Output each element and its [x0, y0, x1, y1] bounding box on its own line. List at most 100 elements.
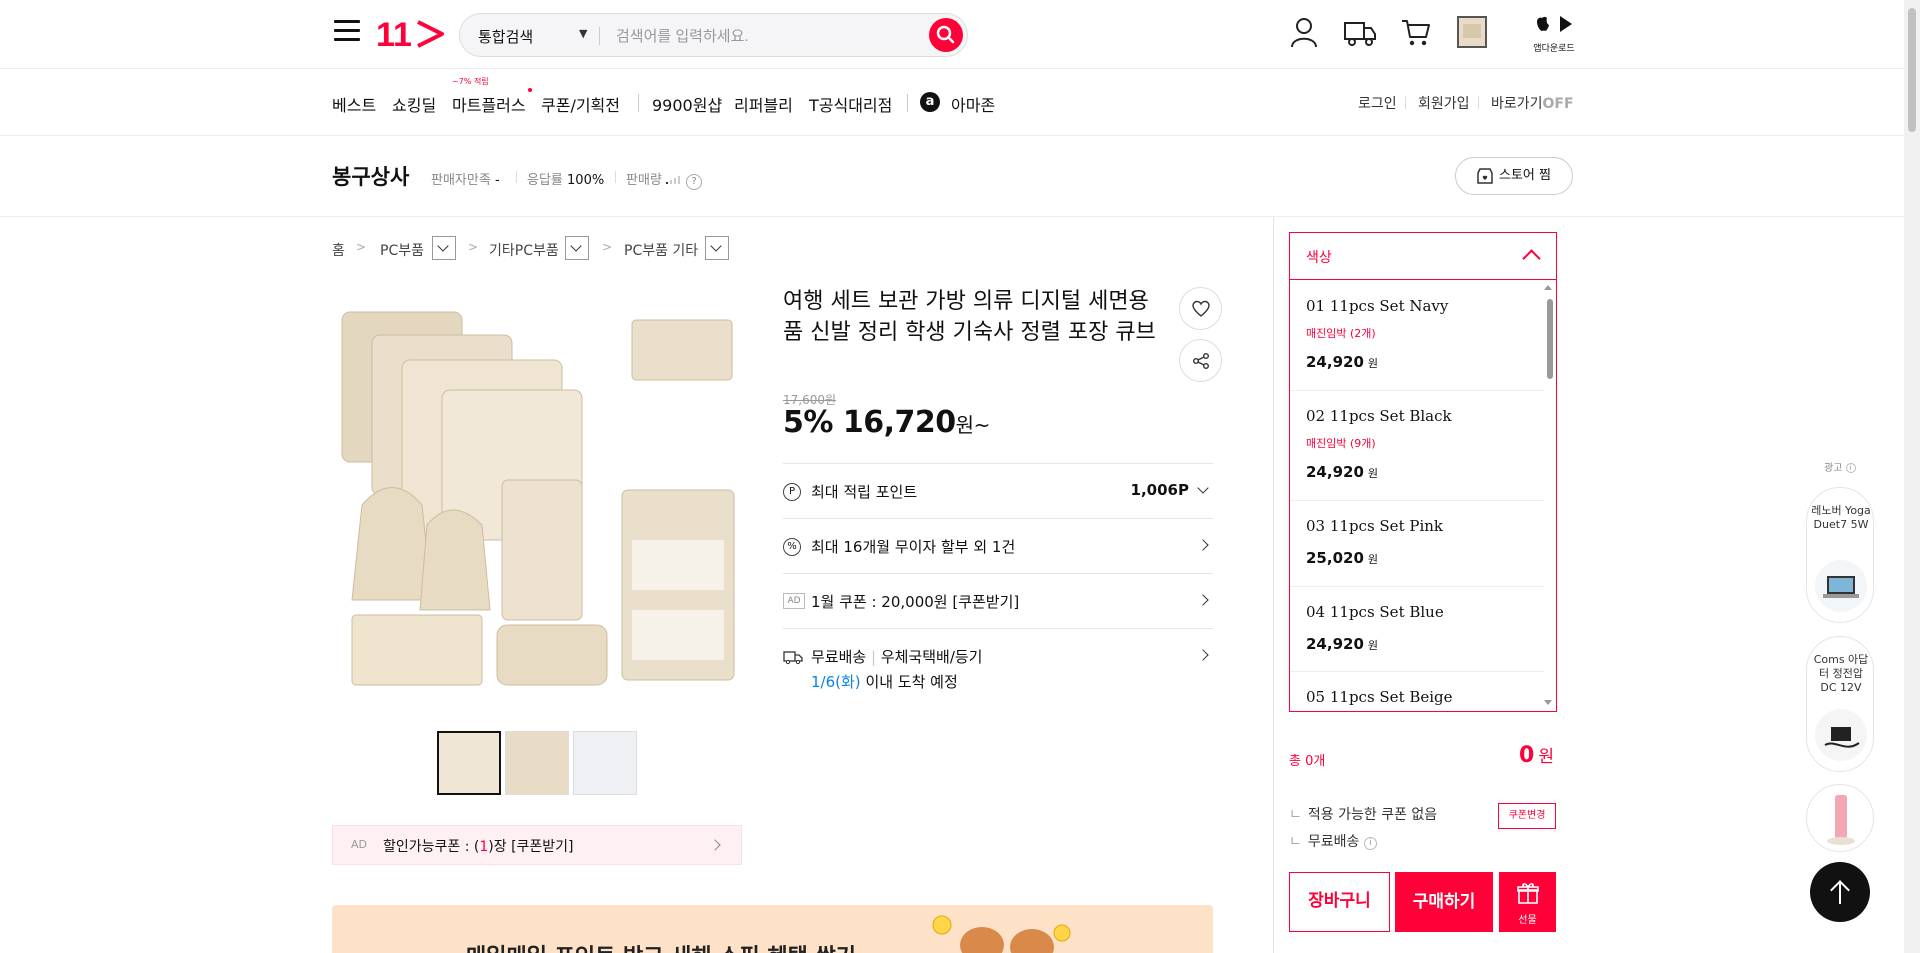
page-scrollbar-thumb[interactable] — [1908, 8, 1916, 132]
ad-card-title: Coms 아답터 정전압 DC 12V — [1813, 653, 1869, 694]
price-value: 16,720 — [842, 405, 956, 440]
option-item[interactable]: 05 11pcs Set Beige — [1290, 672, 1544, 711]
option-item[interactable]: 04 11pcs Set Blue 24,920 원 — [1290, 587, 1544, 672]
store-name[interactable]: 봉구상사 — [332, 161, 409, 191]
chevron-right-icon: > — [468, 240, 479, 254]
login-link[interactable]: 로그인 — [1358, 93, 1397, 113]
thumbnail-2[interactable] — [505, 731, 569, 795]
eleven-street-logo[interactable]: 11 — [376, 16, 448, 56]
nav-refurbly[interactable]: 리퍼블리 — [734, 92, 793, 116]
installment-row[interactable]: % 최대 16개월 무이자 할부 외 1건 — [783, 518, 1213, 573]
menu-icon[interactable] — [334, 20, 360, 42]
search-category-select[interactable]: 통합검색 — [478, 26, 533, 47]
coupon-text: 1월 쿠폰 : 20,000원 [쿠폰받기] — [811, 593, 1020, 611]
amazon-icon[interactable]: a — [920, 92, 940, 112]
nav-mart-plus[interactable]: 마트플러스 — [452, 92, 526, 116]
response-label: 응답률 — [527, 173, 563, 188]
color-option-header[interactable]: 색상 — [1290, 233, 1556, 280]
wishlist-button[interactable] — [1179, 287, 1222, 330]
nav-9900[interactable]: 9900원샵 — [652, 92, 722, 116]
buy-now-button[interactable]: 구매하기 — [1395, 872, 1493, 932]
coupon-status: ㄴ 적용 가능한 쿠폰 없음 — [1289, 807, 1438, 823]
my-page-icon[interactable] — [1289, 16, 1319, 52]
share-button[interactable] — [1179, 339, 1222, 382]
point-row[interactable]: P 최대 적립 포인트 1,006P — [783, 463, 1213, 518]
info-icon[interactable]: i — [1845, 463, 1856, 473]
shipping-status: ㄴ 무료배송 i — [1289, 831, 1377, 851]
response-value: 100% — [567, 173, 605, 188]
scroll-down-arrow[interactable] — [1544, 700, 1552, 705]
cart-icon[interactable] — [1400, 16, 1432, 52]
recent-viewed-thumbnail[interactable] — [1457, 16, 1487, 52]
breadcrumb-etc-pc-parts[interactable]: 기타PC부품 — [489, 240, 559, 260]
ad-card[interactable] — [1806, 784, 1874, 852]
add-to-cart-button[interactable]: 장바구니 — [1289, 872, 1390, 932]
app-download[interactable]: 앱다운로드 — [1532, 14, 1576, 54]
divider — [615, 171, 616, 183]
shortcut-label: 바로가기 — [1491, 96, 1543, 112]
ad-card[interactable]: Coms 아답터 정전압 DC 12V — [1806, 636, 1874, 772]
installment-text: 최대 16개월 무이자 할부 외 1건 — [811, 538, 1016, 556]
option-stock: 매진임박 (9개) — [1306, 437, 1376, 450]
coupon-banner-suffix: )장 [쿠폰받기] — [488, 839, 574, 855]
promo-banner[interactable]: 매일매일 포인트 받고 새해 쇼핑 혜택 쌓기 — [332, 905, 1213, 953]
coupon-ad-banner[interactable]: AD 할인가능쿠폰 : (1)장 [쿠폰받기] — [332, 825, 742, 865]
option-price-value: 24,920 — [1306, 463, 1364, 481]
global-nav: 베스트 쇼킹딜 ~7% 적립 마트플러스 쿠폰/기획전 9900원샵 리퍼블리 … — [0, 70, 1904, 136]
breadcrumb-pc-parts-etc[interactable]: PC부품 기타 — [624, 240, 698, 260]
info-icon[interactable]: i — [1363, 837, 1377, 850]
coupon-row[interactable]: AD 1월 쿠폰 : 20,000원 [쿠폰받기] — [783, 573, 1213, 628]
coupon-banner-prefix: 할인가능쿠폰 : ( — [383, 839, 480, 855]
coupon-banner-text: 할인가능쿠폰 : (1)장 [쿠폰받기] — [383, 836, 574, 856]
nav-shocking-deal[interactable]: 쇼킹딜 — [392, 92, 436, 116]
ad-card[interactable]: 레노버 Yoga Duet7 5W — [1806, 487, 1874, 623]
breadcrumb-dropdown[interactable] — [705, 236, 729, 260]
option-price-value: 25,020 — [1306, 549, 1364, 567]
scroll-up-arrow[interactable] — [1544, 285, 1552, 290]
coupon-change-button[interactable]: 쿠폰변경 — [1498, 803, 1556, 829]
search-box: 통합검색 ▼ — [459, 13, 968, 57]
product-main-image[interactable] — [332, 290, 736, 694]
delivery-truck-icon[interactable] — [1343, 16, 1377, 52]
page-scrollbar[interactable] — [1904, 0, 1920, 953]
help-icon[interactable]: ? — [686, 174, 703, 190]
breadcrumb-dropdown[interactable] — [432, 236, 456, 260]
thumbnail-3[interactable] — [573, 731, 637, 795]
store-bar: 봉구상사 판매자만족 - 응답률 100% 판매량 ? 스토어 찜 — [0, 137, 1904, 217]
point-label: 최대 적립 포인트 — [811, 483, 918, 501]
option-item[interactable]: 03 11pcs Set Pink 25,020 원 — [1290, 501, 1544, 587]
divider — [1405, 96, 1406, 109]
thumbnail-1[interactable] — [437, 731, 501, 795]
breadcrumb-pc-parts[interactable]: PC부품 — [380, 240, 424, 260]
price-suffix: 원~ — [955, 413, 991, 437]
ad-label-text: 광고 — [1824, 463, 1843, 474]
scroll-to-top-button[interactable] — [1810, 862, 1870, 922]
option-scrollbar-thumb[interactable] — [1547, 299, 1553, 379]
option-name: 02 11pcs Set Black — [1306, 407, 1452, 425]
search-button[interactable] — [929, 18, 963, 52]
satisfaction-label: 판매자만족 — [431, 173, 491, 188]
gift-button[interactable]: 선물 — [1499, 872, 1556, 932]
breadcrumb-home[interactable]: 홈 — [332, 240, 345, 260]
option-price-value: 24,920 — [1306, 635, 1364, 653]
nav-coupon[interactable]: 쿠폰/기획전 — [541, 92, 620, 116]
nav-t-agency[interactable]: T공식대리점 — [809, 92, 892, 116]
breadcrumb-dropdown[interactable] — [565, 236, 589, 260]
nav-amazon[interactable]: 아마존 — [951, 92, 995, 116]
nav-best[interactable]: 베스트 — [332, 92, 376, 116]
store-zzim-button[interactable]: 스토어 찜 — [1455, 157, 1573, 195]
option-item[interactable]: 02 11pcs Set Black 매진임박 (9개) 24,920 원 — [1290, 391, 1544, 501]
seller-satisfaction: 판매자만족 - — [431, 169, 500, 188]
share-icon — [1193, 353, 1209, 369]
chevron-right-icon — [1197, 539, 1209, 551]
chevron-right-icon — [1197, 649, 1209, 661]
delivery-row[interactable]: 무료배송 | 우체국택배/등기 1/6(화) 이내 도착 예정 — [783, 628, 1213, 698]
promo-banner-text: 매일매일 포인트 받고 새해 쇼핑 혜택 쌓기 — [466, 939, 856, 953]
coupon-count: 1 — [479, 839, 489, 855]
shortcut-toggle[interactable]: 바로가기OFF — [1491, 93, 1574, 113]
chevron-down-icon[interactable]: ▼ — [579, 27, 587, 40]
search-input[interactable] — [616, 24, 916, 48]
sales-volume: 판매량 ? — [626, 169, 703, 190]
option-item[interactable]: 01 11pcs Set Navy 매진임박 (2개) 24,920 원 — [1290, 281, 1544, 391]
signup-link[interactable]: 회원가입 — [1418, 93, 1470, 113]
